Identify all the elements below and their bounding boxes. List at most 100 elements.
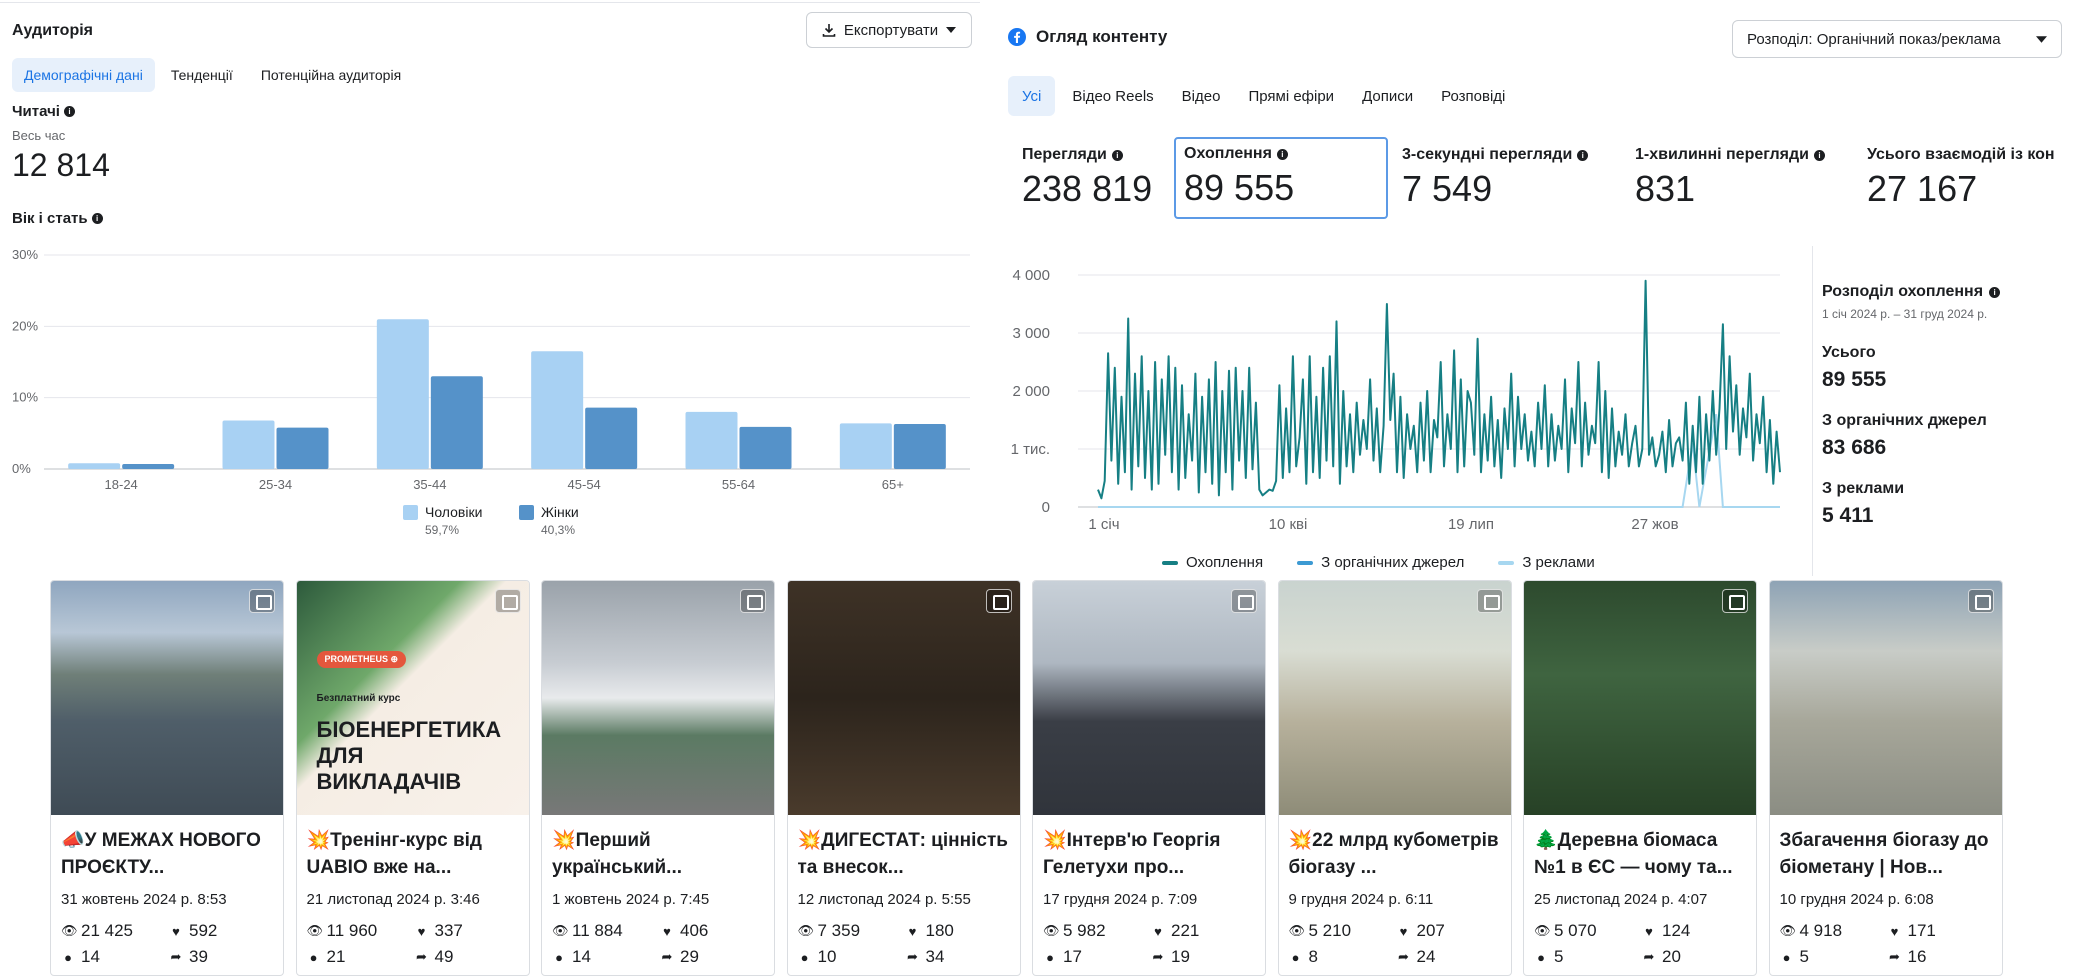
legend-label: Охоплення — [1186, 554, 1264, 571]
stat-value: 49 — [434, 947, 454, 966]
comment-icon: ● — [1046, 949, 1054, 965]
divider — [0, 2, 980, 3]
tab-live[interactable]: Прямі ефіри — [1237, 76, 1345, 116]
post-thumbnail[interactable] — [1769, 581, 2002, 815]
bar-male[interactable] — [685, 411, 738, 469]
tab-video[interactable]: Відео — [1171, 76, 1232, 116]
post-title[interactable]: 📣У МЕЖАХ НОВОГО ПРОЄКТУ... — [61, 827, 277, 881]
legend-swatch — [1162, 561, 1178, 566]
legend-label: Чоловіки — [425, 504, 482, 520]
bar-female[interactable] — [430, 376, 483, 469]
post-card[interactable]: 💥22 млрд кубометрів біогазу ... 9 грудня … — [1277, 580, 1512, 976]
ads-value: 5 411 — [1822, 504, 1874, 527]
stat-value: 5 — [1554, 947, 1564, 966]
post-title[interactable]: Збагачення біогазу до біометану | Нов... — [1780, 827, 1996, 881]
stat-shares: ➦ 34 — [906, 947, 1014, 967]
metric-1min-views[interactable]: 1-хвилинні перегляди i 831 — [1635, 146, 1826, 210]
post-card[interactable]: Збагачення біогазу до біометану | Нов...… — [1768, 580, 2003, 976]
bar-female[interactable] — [585, 407, 638, 469]
metric-interactions[interactable]: Усього взаємодій із кон 27 167 — [1867, 146, 2074, 210]
bar-male[interactable] — [68, 463, 121, 469]
info-icon[interactable]: i — [1111, 149, 1123, 161]
post-thumbnail[interactable]: PROMETHEUS ⊕ Безплатний курс БІОЕНЕРГЕТИКА… — [296, 581, 529, 815]
bar-male[interactable] — [222, 420, 275, 469]
metric-3s-views[interactable]: 3-секундні перегляди i 7 549 — [1402, 146, 1589, 210]
post-thumbnail[interactable] — [787, 581, 1020, 815]
tab-reels[interactable]: Відео Reels — [1061, 76, 1164, 116]
breakdown-dropdown[interactable]: Розподіл: Органічний показ/реклама — [1732, 20, 2062, 58]
stat-comments: ● 10 — [798, 947, 906, 967]
post-card[interactable]: 🌲Деревна біомаса №1 в ЄС — чому та... 25 … — [1523, 580, 1757, 976]
reach-legend: Охоплення З органічних джерел З реклами — [1162, 554, 1595, 571]
x-tick-label: 55-64 — [722, 477, 755, 492]
post-title[interactable]: 💥Тренінг-курс від UABIO вже на... — [307, 827, 523, 881]
post-thumbnail[interactable] — [542, 581, 774, 815]
bar-female[interactable] — [739, 426, 792, 469]
tab-trends[interactable]: Тенденції — [159, 58, 245, 92]
post-title[interactable]: 🌲Деревна біомаса №1 в ЄС — чому та... — [1534, 827, 1750, 881]
bar-female[interactable] — [893, 424, 946, 469]
bar-male[interactable] — [376, 319, 429, 469]
audience-tabs: Демографічні дані Тенденції Потенційна а… — [12, 58, 413, 92]
post-thumbnail[interactable] — [1033, 581, 1265, 815]
x-tick-label: 19 лип — [1448, 516, 1494, 533]
metric-label: Охоплення — [1184, 145, 1272, 162]
tab-all[interactable]: Усі — [1008, 76, 1056, 116]
stat-comments: ● 14 — [61, 947, 169, 967]
y-tick-label: 10% — [12, 390, 38, 405]
info-icon[interactable]: i — [1814, 149, 1826, 161]
post-card[interactable]: 💥Інтерв'ю Георгія Гелетухи про... 17 груд… — [1032, 580, 1266, 976]
post-title[interactable]: 💥Перший український... — [552, 827, 768, 881]
share-icon: ➦ — [907, 949, 918, 964]
stat-value: 171 — [1907, 921, 1936, 940]
eye-icon: 👁 — [552, 923, 569, 938]
bar-female[interactable] — [276, 427, 329, 469]
stat-shares: ➦ 19 — [1151, 947, 1259, 967]
bar-male[interactable] — [839, 423, 892, 469]
tab-demographics[interactable]: Демографічні дані — [12, 58, 155, 92]
tab-potential-audience[interactable]: Потенційна аудиторія — [249, 58, 413, 92]
post-thumbnail[interactable] — [1278, 581, 1511, 815]
bar-male[interactable] — [531, 351, 584, 469]
eye-icon: 👁 — [61, 923, 78, 938]
legend-item-organic[interactable]: З органічних джерел — [1297, 554, 1464, 571]
bar-female[interactable] — [122, 464, 175, 469]
post-thumbnail[interactable] — [1524, 581, 1756, 815]
post-card[interactable]: 💥Перший український... 1 жовтень 2024 р. … — [541, 580, 775, 976]
post-card[interactable]: 💥ДИГЕСТАТ: цінність та внесок... 12 листо… — [786, 580, 1021, 976]
stat-likes: ♥ 592 — [169, 921, 277, 941]
stat-views: 👁 7 359 — [798, 921, 906, 941]
info-icon[interactable]: i — [91, 213, 103, 224]
metric-value: 831 — [1635, 168, 1696, 209]
post-thumbnail[interactable] — [51, 581, 283, 815]
tab-posts[interactable]: Дописи — [1351, 76, 1424, 116]
metric-reach[interactable]: Охоплення i 89 555 — [1174, 137, 1388, 219]
stat-views: 👁 5 210 — [1289, 921, 1397, 941]
post-date: 10 грудня 2024 р. 6:08 — [1779, 891, 1934, 908]
post-title[interactable]: 💥22 млрд кубометрів біогазу ... — [1289, 827, 1505, 881]
photo-icon — [494, 589, 521, 613]
post-title[interactable]: 💥ДИГЕСТАТ: цінність та внесок... — [798, 827, 1014, 881]
stat-views: 👁 21 425 — [61, 921, 169, 941]
post-stats: 👁 21 425 ♥ 592 ● 14 ➦ 39 — [61, 921, 277, 967]
info-icon[interactable]: i — [1989, 286, 2001, 298]
stat-views: 👁 4 918 — [1780, 921, 1888, 941]
y-tick-label: 20% — [12, 318, 38, 333]
post-title[interactable]: 💥Інтерв'ю Георгія Гелетухи про... — [1043, 827, 1259, 881]
legend-item-reach[interactable]: Охоплення — [1162, 554, 1263, 571]
export-button[interactable]: Експортувати — [806, 12, 972, 48]
post-card[interactable]: PROMETHEUS ⊕ Безплатний курс БІОЕНЕРГЕТИКА… — [295, 580, 530, 976]
post-cards: 📣У МЕЖАХ НОВОГО ПРОЄКТУ... 31 жовтень 202… — [50, 580, 2010, 976]
metric-views[interactable]: Перегляди i 238 819 — [1022, 146, 1152, 210]
stat-value: 16 — [1907, 947, 1927, 966]
info-icon[interactable]: i — [1577, 149, 1589, 161]
comment-icon: ● — [1782, 949, 1791, 965]
info-icon[interactable]: i — [63, 106, 75, 117]
stat-value: 29 — [680, 947, 699, 966]
post-card[interactable]: 📣У МЕЖАХ НОВОГО ПРОЄКТУ... 31 жовтень 202… — [50, 580, 284, 976]
legend-item-ads[interactable]: З реклами — [1498, 554, 1595, 571]
stat-shares: ➦ 24 — [1397, 947, 1505, 967]
info-icon[interactable]: i — [1276, 148, 1288, 160]
image-subtitle: Безплатний курс — [316, 693, 401, 704]
tab-stories[interactable]: Розповіді — [1430, 76, 1516, 116]
